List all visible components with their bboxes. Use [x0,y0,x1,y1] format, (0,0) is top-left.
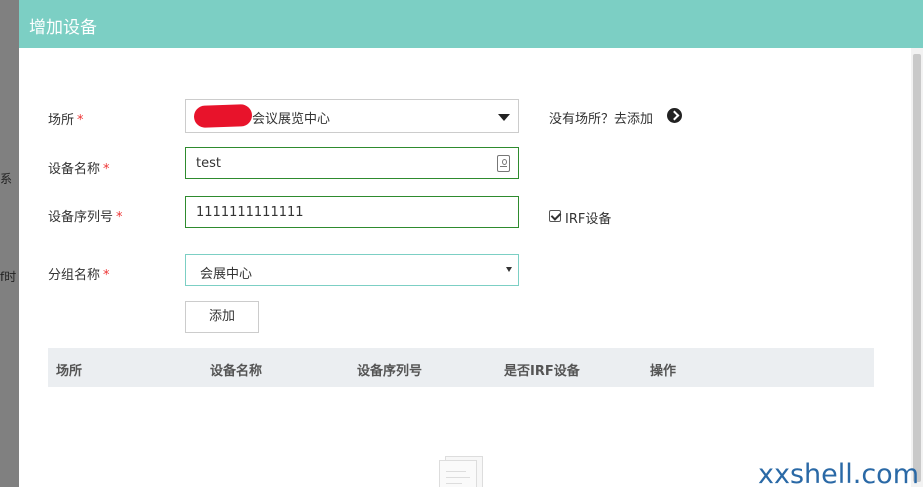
venue-select[interactable]: 会议展览中心 [185,99,519,133]
device-name-input[interactable]: test [185,147,519,179]
device-name-value: test [196,156,221,171]
dialog-header: 增加设备 [19,0,923,48]
contact-card-icon[interactable] [497,155,510,172]
scrollbar-thumb[interactable] [913,54,921,482]
required-marker: * [77,113,84,128]
device-table-header: 场所 设备名称 设备序列号 是否IRF设备 操作 [48,348,874,387]
required-marker: * [103,162,110,177]
device-name-label: 设备名称 * [48,162,110,177]
background-text: f时 [0,270,17,284]
venue-label: 场所 * [48,113,84,128]
irf-checkbox[interactable] [549,210,561,222]
serial-value: 1111111111111 [196,205,304,220]
venue-select-value: 会议展览中心 [252,112,331,127]
redaction-mark [193,103,253,129]
group-select[interactable]: 会展中心 [185,254,519,286]
irf-checkbox-label[interactable]: IRF设备 [565,208,611,227]
column-header: 设备名称 [210,364,263,379]
empty-data-icon [439,456,483,487]
add-device-dialog: 增加设备 场所 * 会议展览中心 没有场所？去添加 设备名称 * test 设备序列… [19,0,923,487]
watermark-text: xxshell.com [758,459,919,487]
group-label: 分组名称 * [48,268,110,283]
group-select-value: 会展中心 [200,267,253,282]
dialog-title: 增加设备 [29,18,97,38]
serial-label: 设备序列号 * [48,210,123,225]
add-venue-link[interactable]: 没有场所？去添加 [549,108,653,127]
required-marker: * [116,210,123,225]
chevron-down-icon [498,114,510,121]
dialog-scrollbar[interactable] [911,48,923,487]
background-text: 系 [0,172,13,186]
chevron-down-icon [506,267,512,272]
serial-input[interactable]: 1111111111111 [185,196,519,228]
column-header: 设备序列号 [357,364,423,379]
required-marker: * [103,268,110,283]
add-button[interactable]: 添加 [185,301,259,333]
column-header: 操作 [650,364,677,379]
arrow-right-circle-icon[interactable] [667,108,682,123]
column-header: 是否IRF设备 [504,364,580,379]
column-header: 场所 [56,364,83,379]
